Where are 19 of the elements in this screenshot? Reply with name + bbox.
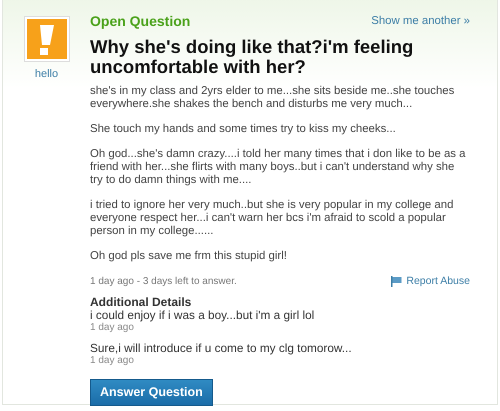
flag-icon <box>391 276 402 287</box>
question-title: Why she's doing like that?i'm feeling uncomfortable with her? <box>90 37 414 77</box>
detail-time: 1 day ago <box>90 355 135 367</box>
detail-text: Sure,i will introduce if u come to my clg tomorow... <box>90 342 353 355</box>
question-status: Open Question <box>90 12 190 31</box>
avatar-icon <box>24 16 70 62</box>
report-abuse-link[interactable]: Report Abuse <box>391 275 470 288</box>
answer-question-button[interactable]: Answer Question <box>90 379 213 406</box>
username-link[interactable]: hello <box>34 66 58 82</box>
detail-time: 1 day ago <box>90 322 135 334</box>
show-another-link[interactable]: Show me another » <box>371 14 470 28</box>
question-meta: 1 day ago - 3 days left to answer. <box>90 275 237 288</box>
details-heading: Additional Details <box>90 296 192 309</box>
question-paragraph: Oh god...she's damn crazy....i told her many times that i don like to be as a friend with her...she flirts with many boys..but i can't understand why she try to do damn things with me.... <box>90 148 467 187</box>
question-paragraph: She touch my hands and some times try to kiss my cheeks... <box>90 123 397 136</box>
detail-text: i could enjoy if i was a boy...but i'm a girl lol <box>90 309 316 322</box>
question-paragraph: Oh god pls save me frm this stupid girl! <box>90 250 288 263</box>
question-paragraph: i tried to ignore her very much..but she is very popular in my college and everyone respect her...i can't warn her bcs i'm afraid to scold a popular person in my college...... <box>90 199 454 238</box>
question-paragraph: she's in my class and 2yrs elder to me...she sits beside me..she touches everywhere.she shakes the bench and disturbs me very much... <box>90 85 456 111</box>
